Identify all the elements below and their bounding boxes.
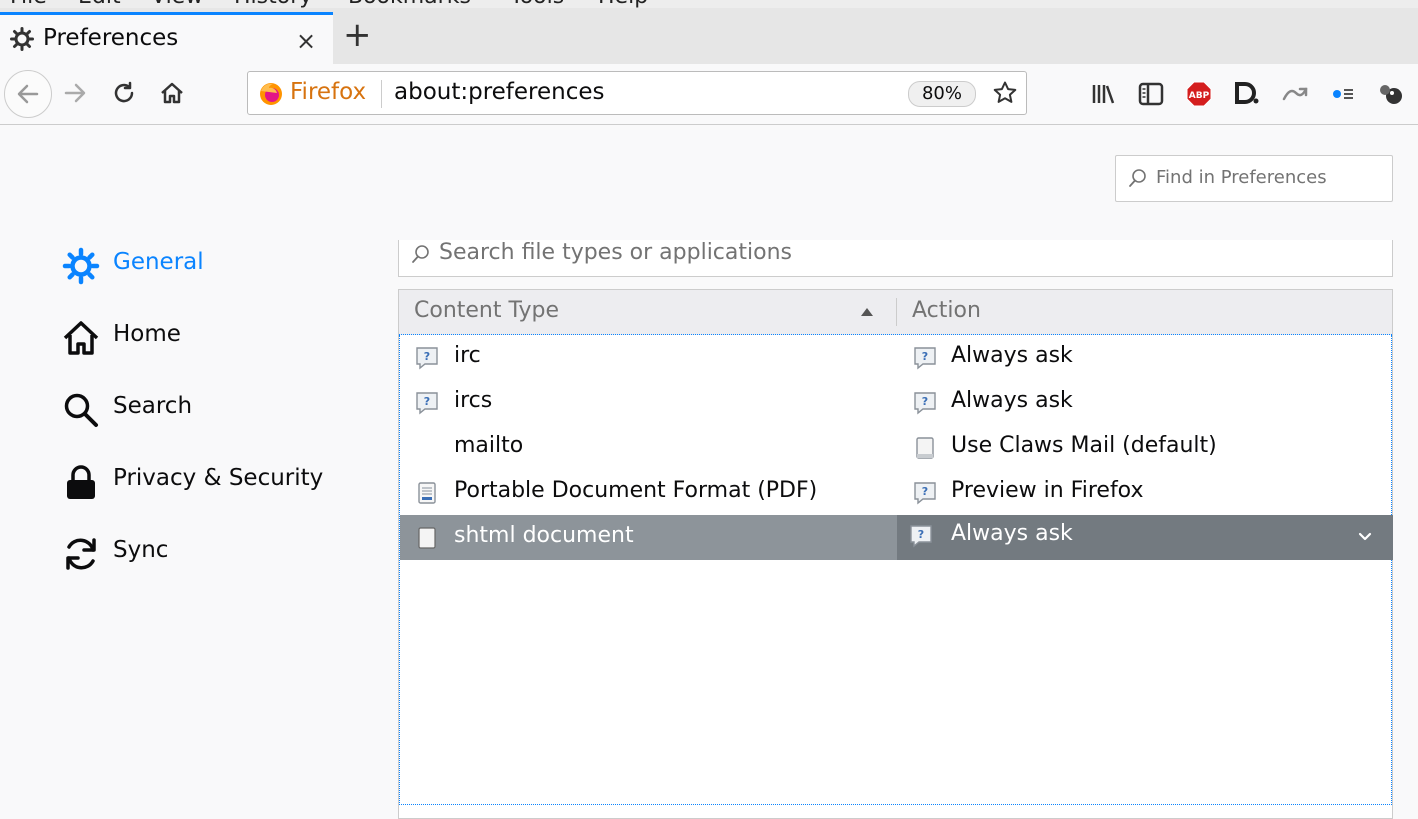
url-separator (381, 80, 382, 108)
svg-text:?: ? (922, 395, 928, 408)
magnifier-icon (1129, 169, 1146, 187)
question-icon: ? (910, 525, 932, 548)
nav-bar: Firefox about:preferences 80% ABP (0, 64, 1418, 125)
content-type-label: mailto (454, 433, 524, 458)
site-identity-label[interactable]: Firefox (290, 79, 366, 105)
zoom-reset-button[interactable]: 80% (908, 81, 976, 107)
library-icon (1092, 85, 1115, 104)
action-label: Always ask (951, 388, 1073, 413)
column-separator[interactable] (896, 298, 897, 326)
content-type-label: irc (454, 343, 481, 368)
sync-icon (66, 538, 96, 570)
home-icon (63, 321, 99, 355)
action-label: Use Claws Mail (default) (951, 433, 1217, 458)
question-icon: ? (416, 392, 438, 415)
url-bar[interactable]: Firefox about:preferences 80% (247, 71, 1027, 115)
disconnect-icon (1235, 82, 1259, 104)
sidebar-button[interactable] (1138, 81, 1164, 107)
question-icon: ? (914, 482, 936, 505)
find-placeholder: Find in Preferences (1156, 167, 1327, 188)
tab-close-icon[interactable]: × (296, 27, 316, 55)
table-body: ? irc ? Always ask ? ircs ? Always ask m… (399, 335, 1393, 805)
extension2-button[interactable] (1378, 81, 1404, 107)
reload-button[interactable] (107, 76, 141, 110)
adblock-plus-icon: ABP (1186, 81, 1212, 107)
back-button[interactable] (4, 70, 52, 118)
sidebar-label-home: Home (113, 321, 181, 347)
content-type-label: ircs (454, 388, 493, 413)
action-label: Always ask (951, 343, 1073, 368)
extension-button[interactable] (1330, 81, 1356, 107)
reload-icon (114, 81, 134, 103)
forward-button[interactable] (58, 76, 92, 110)
arrow-left-icon (17, 84, 39, 104)
svg-text:?: ? (918, 528, 924, 541)
table-row[interactable]: ? irc ? Always ask (400, 335, 1393, 380)
sync-tab-icon (1282, 87, 1308, 101)
file-types-search-input[interactable]: Search file types or applications (398, 240, 1393, 277)
action-dropdown[interactable]: ? Always ask (897, 515, 1393, 560)
sidebar-label-privacy: Privacy & Security (113, 465, 324, 491)
extension-icon (1333, 89, 1353, 99)
file-types-search-placeholder: Search file types or applications (439, 240, 792, 265)
content-type-label: shtml document (454, 523, 634, 548)
table-row[interactable]: Portable Document Format (PDF) ? Preview… (400, 470, 1393, 515)
disconnect-button[interactable] (1234, 81, 1260, 107)
bookmark-star-icon[interactable] (992, 80, 1018, 106)
search-icon (64, 393, 98, 427)
question-icon: ? (914, 392, 936, 415)
column-header-content-type[interactable]: Content Type (414, 298, 559, 323)
magnifier-icon (412, 245, 429, 263)
tab-preferences[interactable]: Preferences × (0, 12, 333, 66)
tab-strip: Preferences × + (0, 8, 1418, 66)
firefox-icon (260, 83, 282, 105)
table-row-selected[interactable]: shtml document ? Always ask (400, 515, 1393, 560)
svg-text:?: ? (424, 395, 430, 408)
svg-text:?: ? (922, 350, 928, 363)
sidebar-label-sync: Sync (113, 537, 169, 563)
extension2-icon (1380, 85, 1402, 104)
library-button[interactable] (1090, 81, 1116, 107)
gear-icon (10, 27, 34, 51)
lock-icon (67, 465, 95, 499)
sidebar-icon (1138, 82, 1164, 106)
sort-ascending-icon (861, 308, 873, 316)
svg-text:?: ? (922, 485, 928, 498)
gear-icon (62, 247, 100, 285)
sidebar-label-general: General (113, 249, 204, 275)
applications-table: Content Type Action ? irc ? Always ask ?… (398, 289, 1393, 819)
table-row[interactable]: ? ircs ? Always ask (400, 380, 1393, 425)
new-tab-button[interactable]: + (343, 18, 372, 52)
action-dropdown-value: Always ask (951, 521, 1073, 546)
document-icon (418, 527, 436, 549)
svg-text:ABP: ABP (1189, 91, 1210, 101)
home-button[interactable] (155, 76, 189, 110)
table-row[interactable]: mailto Use Claws Mail (default) (400, 425, 1393, 470)
question-icon: ? (416, 347, 438, 370)
sync-tab-button[interactable] (1282, 81, 1308, 107)
url-text[interactable]: about:preferences (394, 79, 605, 105)
adblock-plus-button[interactable]: ABP (1186, 81, 1212, 107)
action-label: Preview in Firefox (951, 478, 1144, 503)
arrow-right-icon (64, 83, 86, 103)
svg-text:?: ? (424, 350, 430, 363)
sidebar-label-search: Search (113, 393, 193, 419)
tab-title: Preferences (43, 25, 179, 51)
menu-bar: File Edit View History Bookmarks Tools H… (0, 0, 1418, 9)
column-header-action[interactable]: Action (912, 298, 981, 323)
app-icon (916, 437, 934, 459)
home-icon (161, 82, 183, 104)
question-icon: ? (914, 347, 936, 370)
content-type-label: Portable Document Format (PDF) (454, 478, 818, 503)
table-header: Content Type Action (399, 290, 1392, 335)
chevron-down-icon (1358, 532, 1372, 541)
find-in-preferences-input[interactable]: Find in Preferences (1115, 155, 1393, 202)
pdf-icon (418, 482, 436, 504)
